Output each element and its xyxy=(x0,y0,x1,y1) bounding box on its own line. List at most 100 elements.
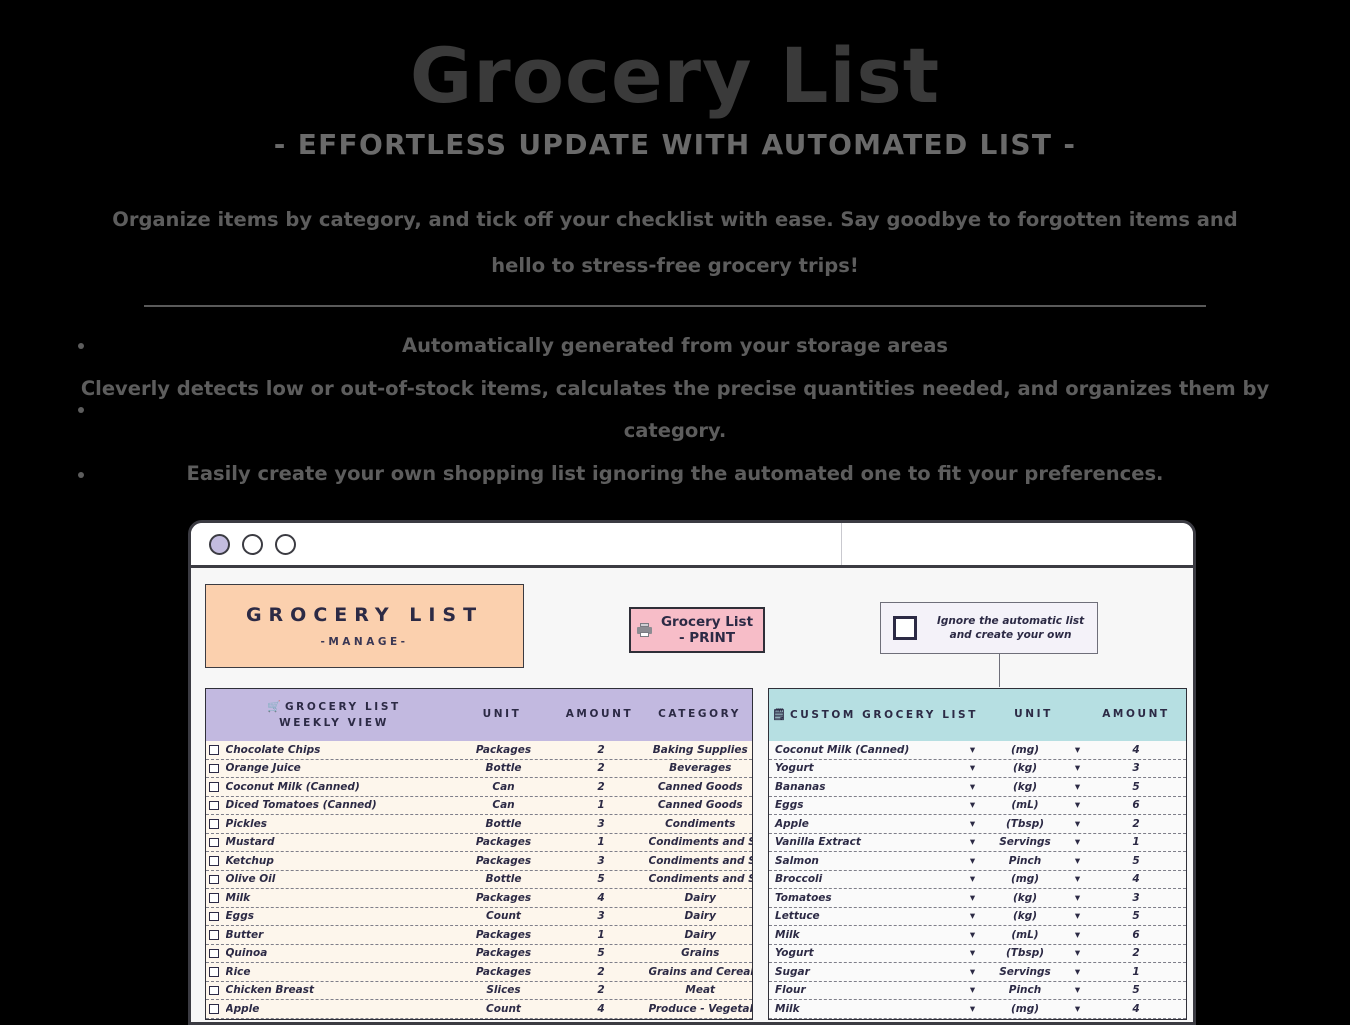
table-row[interactable]: Apple ▾ (Tbsp) ▾ 2 xyxy=(769,815,1186,834)
table-row[interactable]: Sugar ▾ Servings ▾ 1 xyxy=(769,963,1186,982)
row-unit[interactable]: Pinch xyxy=(981,984,1069,996)
table-row[interactable]: Broccoli ▾ (mg) ▾ 4 xyxy=(769,870,1186,889)
table-row[interactable]: Yogurt ▾ (kg) ▾ 3 xyxy=(769,759,1186,778)
chevron-down-icon[interactable]: ▾ xyxy=(964,873,981,885)
row-amount[interactable]: 3 xyxy=(1086,762,1186,774)
ignore-checkbox[interactable] xyxy=(893,616,917,640)
chevron-down-icon[interactable]: ▾ xyxy=(964,929,981,941)
row-item-name[interactable]: Apple xyxy=(769,818,964,830)
row-item-name[interactable]: Salmon xyxy=(769,855,964,867)
row-checkbox[interactable] xyxy=(209,911,219,921)
row-item-name[interactable]: Yogurt xyxy=(769,947,964,959)
row-amount[interactable]: 5 xyxy=(1086,984,1186,996)
chevron-down-icon[interactable]: ▾ xyxy=(1069,818,1086,830)
chevron-down-icon[interactable]: ▾ xyxy=(964,744,981,756)
chevron-down-icon[interactable]: ▾ xyxy=(964,836,981,848)
row-amount[interactable]: 5 xyxy=(1086,781,1186,793)
row-checkbox[interactable] xyxy=(209,1004,219,1014)
table-row[interactable]: Olive Oil Bottle 5 Condiments and Sauces xyxy=(206,870,752,889)
row-checkbox[interactable] xyxy=(209,985,219,995)
table-row[interactable]: Apple Count 4 Produce - Vegetables xyxy=(206,1000,752,1019)
row-checkbox[interactable] xyxy=(209,948,219,958)
row-unit[interactable]: (mg) xyxy=(981,744,1069,756)
row-unit[interactable]: Pinch xyxy=(981,855,1069,867)
table-row[interactable]: Orange Juice Bottle 2 Beverages xyxy=(206,759,752,778)
print-button[interactable]: Grocery List - PRINT xyxy=(629,607,765,653)
row-item-name[interactable]: Coconut Milk (Canned) xyxy=(769,744,964,756)
active-cell-selection[interactable] xyxy=(1195,804,1196,823)
table-row[interactable]: Flour ▾ Pinch ▾ 5 xyxy=(769,981,1186,1000)
table-row[interactable]: Yogurt ▾ (Tbsp) ▾ 2 xyxy=(769,944,1186,963)
window-dot-1[interactable] xyxy=(209,533,230,555)
row-checkbox[interactable] xyxy=(209,856,219,866)
chevron-down-icon[interactable]: ▾ xyxy=(1069,744,1086,756)
row-item-name[interactable]: Tomatoes xyxy=(769,892,964,904)
chevron-down-icon[interactable]: ▾ xyxy=(964,1003,981,1015)
row-checkbox[interactable] xyxy=(209,782,219,792)
table-row[interactable]: Milk ▾ (mg) ▾ 4 xyxy=(769,1000,1186,1019)
chevron-down-icon[interactable]: ▾ xyxy=(1069,910,1086,922)
row-item-name[interactable]: Milk xyxy=(769,1003,964,1015)
row-amount[interactable]: 4 xyxy=(1086,1003,1186,1015)
table-row[interactable]: Diced Tomatoes (Canned) Can 1 Canned Goods xyxy=(206,796,752,815)
table-row[interactable]: Bananas ▾ (kg) ▾ 5 xyxy=(769,778,1186,797)
chevron-down-icon[interactable]: ▾ xyxy=(964,984,981,996)
table-row[interactable]: Butter Packages 1 Dairy xyxy=(206,926,752,945)
chevron-down-icon[interactable]: ▾ xyxy=(1069,781,1086,793)
row-unit[interactable]: (mg) xyxy=(981,873,1069,885)
chevron-down-icon[interactable]: ▾ xyxy=(1069,799,1086,811)
table-row[interactable]: Eggs Count 3 Dairy xyxy=(206,907,752,926)
chevron-down-icon[interactable]: ▾ xyxy=(1069,892,1086,904)
row-checkbox[interactable] xyxy=(209,800,219,810)
row-unit[interactable]: (kg) xyxy=(981,892,1069,904)
chevron-down-icon[interactable]: ▾ xyxy=(964,910,981,922)
row-item-name[interactable]: Broccoli xyxy=(769,873,964,885)
row-unit[interactable]: (kg) xyxy=(981,910,1069,922)
row-checkbox[interactable] xyxy=(209,930,219,940)
chevron-down-icon[interactable]: ▾ xyxy=(964,799,981,811)
table-row[interactable]: Milk Packages 4 Dairy xyxy=(206,889,752,908)
row-unit[interactable]: (kg) xyxy=(981,781,1069,793)
row-unit[interactable]: (kg) xyxy=(981,762,1069,774)
chevron-down-icon[interactable]: ▾ xyxy=(1069,873,1086,885)
chevron-down-icon[interactable]: ▾ xyxy=(1069,836,1086,848)
table-row[interactable]: Chicken Breast Slices 2 Meat xyxy=(206,981,752,1000)
row-item-name[interactable]: Bananas xyxy=(769,781,964,793)
table-row[interactable]: Ketchup Packages 3 Condiments and Sauces xyxy=(206,852,752,871)
chevron-down-icon[interactable]: ▾ xyxy=(964,892,981,904)
row-amount[interactable]: 5 xyxy=(1086,855,1186,867)
table-row[interactable]: Milk ▾ (mL) ▾ 6 xyxy=(769,926,1186,945)
chevron-down-icon[interactable]: ▾ xyxy=(1069,929,1086,941)
table-row[interactable]: Salmon ▾ Pinch ▾ 5 xyxy=(769,852,1186,871)
table-row[interactable]: Tomatoes ▾ (kg) ▾ 3 xyxy=(769,889,1186,908)
row-unit[interactable]: Servings xyxy=(981,966,1069,978)
chevron-down-icon[interactable]: ▾ xyxy=(964,966,981,978)
row-item-name[interactable]: Vanilla Extract xyxy=(769,836,964,848)
row-checkbox[interactable] xyxy=(209,745,219,755)
row-checkbox[interactable] xyxy=(209,837,219,847)
row-unit[interactable]: Servings xyxy=(981,836,1069,848)
table-row[interactable]: Mustard Packages 1 Condiments and Sauces xyxy=(206,833,752,852)
table-row[interactable]: Lettuce ▾ (kg) ▾ 5 xyxy=(769,907,1186,926)
row-checkbox[interactable] xyxy=(209,967,219,977)
row-amount[interactable]: 4 xyxy=(1086,873,1186,885)
chevron-down-icon[interactable]: ▾ xyxy=(1069,947,1086,959)
table-row[interactable]: Chocolate Chips Packages 2 Baking Supplies xyxy=(206,741,752,760)
table-row[interactable]: Coconut Milk (Canned) ▾ (mg) ▾ 4 xyxy=(769,741,1186,760)
row-amount[interactable]: 3 xyxy=(1086,892,1186,904)
row-item-name[interactable]: Eggs xyxy=(769,799,964,811)
row-unit[interactable]: (mL) xyxy=(981,929,1069,941)
chevron-down-icon[interactable]: ▾ xyxy=(964,781,981,793)
table-row[interactable]: Eggs ▾ (mL) ▾ 6 xyxy=(769,796,1186,815)
row-unit[interactable]: (mg) xyxy=(981,1003,1069,1015)
chevron-down-icon[interactable]: ▾ xyxy=(1069,762,1086,774)
chevron-down-icon[interactable]: ▾ xyxy=(964,818,981,830)
row-unit[interactable]: (mL) xyxy=(981,799,1069,811)
chevron-down-icon[interactable]: ▾ xyxy=(1069,984,1086,996)
row-checkbox[interactable] xyxy=(209,763,219,773)
table-row[interactable]: Rice Packages 2 Grains and Cereals xyxy=(206,963,752,982)
ignore-automatic-list-toggle[interactable]: Ignore the automatic list and create you… xyxy=(880,602,1098,654)
row-item-name[interactable]: Milk xyxy=(769,929,964,941)
row-unit[interactable]: (Tbsp) xyxy=(981,947,1069,959)
row-amount[interactable]: 1 xyxy=(1086,836,1186,848)
